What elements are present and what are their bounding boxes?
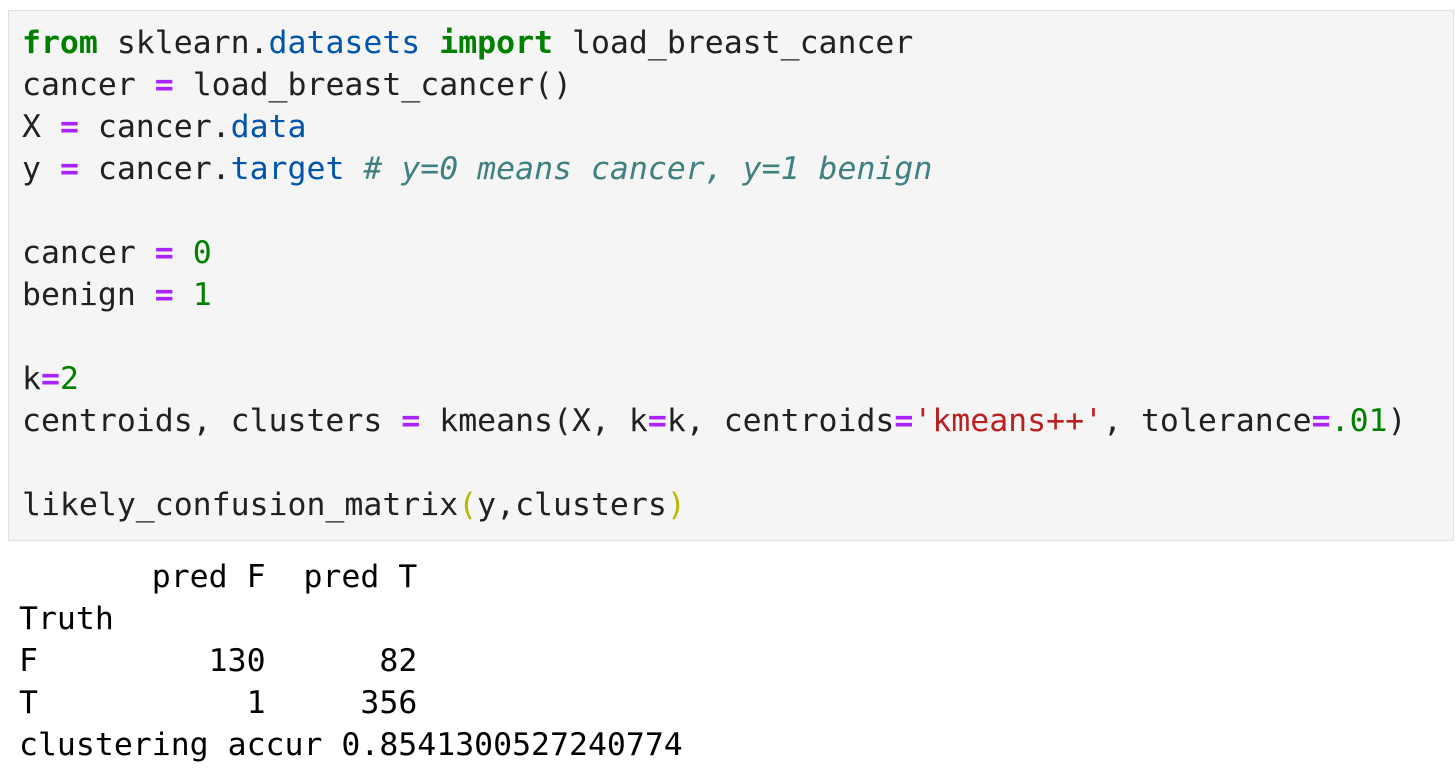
attr-target: target xyxy=(230,151,345,187)
paren-close: ) xyxy=(666,487,686,523)
code-token: k, centroids xyxy=(666,403,895,439)
cell-output: pred F pred T Truth F 130 82 T 1 356 cluster… xyxy=(19,556,683,766)
operator-assign: = xyxy=(59,109,79,145)
string-literal: 'kmeans++' xyxy=(913,403,1104,439)
keyword-from: from xyxy=(22,25,98,61)
output-row-f: F 130 82 xyxy=(19,640,683,682)
operator-assign: = xyxy=(647,403,667,439)
code-line-benign-one: benign = 1 xyxy=(22,274,1406,316)
operator-assign: = xyxy=(894,403,914,439)
keyword-import: import xyxy=(439,25,554,61)
row-label: T xyxy=(19,685,38,721)
code-token: sklearn. xyxy=(97,25,269,61)
code-token: kmeans(X, k xyxy=(420,403,648,439)
code-token: cancer xyxy=(22,67,155,103)
code-token: y xyxy=(22,151,60,187)
output-row-t: T 1 356 xyxy=(19,682,683,724)
code-cell-input[interactable]: from sklearn.datasets import load_breast… xyxy=(8,10,1454,541)
cell-pred-f: 1 xyxy=(246,685,266,721)
code-editor[interactable]: from sklearn.datasets import load_breast… xyxy=(22,22,1406,526)
number-literal: 2 xyxy=(59,361,79,397)
code-token: load_breast_cancer() xyxy=(173,67,572,103)
output-accuracy-line: clustering accur 0.8541300527240774 xyxy=(19,724,683,766)
attr-data: data xyxy=(230,109,307,145)
code-line-cancer-zero: cancer = 0 xyxy=(22,232,1406,274)
code-line-x: X = cancer.data xyxy=(22,106,1406,148)
code-line-y: y = cancer.target # y=0 means cancer, y=… xyxy=(22,148,1406,190)
code-token: likely_confusion_matrix xyxy=(22,487,459,523)
code-comment: # y=0 means cancer, y=1 benign xyxy=(363,151,933,187)
operator-assign: = xyxy=(59,151,79,187)
code-token: ) xyxy=(1387,403,1407,439)
code-token: y,clusters xyxy=(477,487,667,523)
number-literal: 0 xyxy=(192,235,212,271)
code-token: benign xyxy=(22,277,155,313)
code-line-k: k=2 xyxy=(22,358,1406,400)
code-token: X xyxy=(22,109,60,145)
operator-assign: = xyxy=(40,361,60,397)
operator-assign: = xyxy=(1311,403,1331,439)
code-token: cancer. xyxy=(78,109,231,145)
attr-datasets: datasets xyxy=(268,25,421,61)
row-label: F xyxy=(19,643,38,679)
output-index-label: Truth xyxy=(19,601,114,637)
operator-assign: = xyxy=(154,277,174,313)
accuracy-value: 0.8541300527240774 xyxy=(341,727,683,763)
code-line-kmeans: centroids, clusters = kmeans(X, k=k, cen… xyxy=(22,400,1406,442)
code-line-cancer-load: cancer = load_breast_cancer() xyxy=(22,64,1406,106)
code-token: cancer xyxy=(22,235,155,271)
paren-open: ( xyxy=(458,487,478,523)
code-token: centroids, clusters xyxy=(22,403,402,439)
cell-pred-t: 356 xyxy=(360,685,418,721)
operator-assign: = xyxy=(154,67,174,103)
operator-assign: = xyxy=(154,235,174,271)
operator-assign: = xyxy=(401,403,421,439)
code-token: , tolerance xyxy=(1103,403,1312,439)
code-token: load_breast_cancer xyxy=(553,25,914,61)
code-line-confusion: likely_confusion_matrix(y,clusters) xyxy=(22,484,1406,526)
code-token: cancer. xyxy=(78,151,231,187)
cell-pred-f: 130 xyxy=(208,643,266,679)
number-literal: .01 xyxy=(1330,403,1388,439)
cell-pred-t: 82 xyxy=(379,643,418,679)
accuracy-label: clustering accur xyxy=(19,727,323,763)
number-literal: 1 xyxy=(192,277,212,313)
code-token: k xyxy=(22,361,41,397)
output-header-row: pred F pred T xyxy=(19,559,418,595)
code-line-import: from sklearn.datasets import load_breast… xyxy=(22,22,1406,64)
